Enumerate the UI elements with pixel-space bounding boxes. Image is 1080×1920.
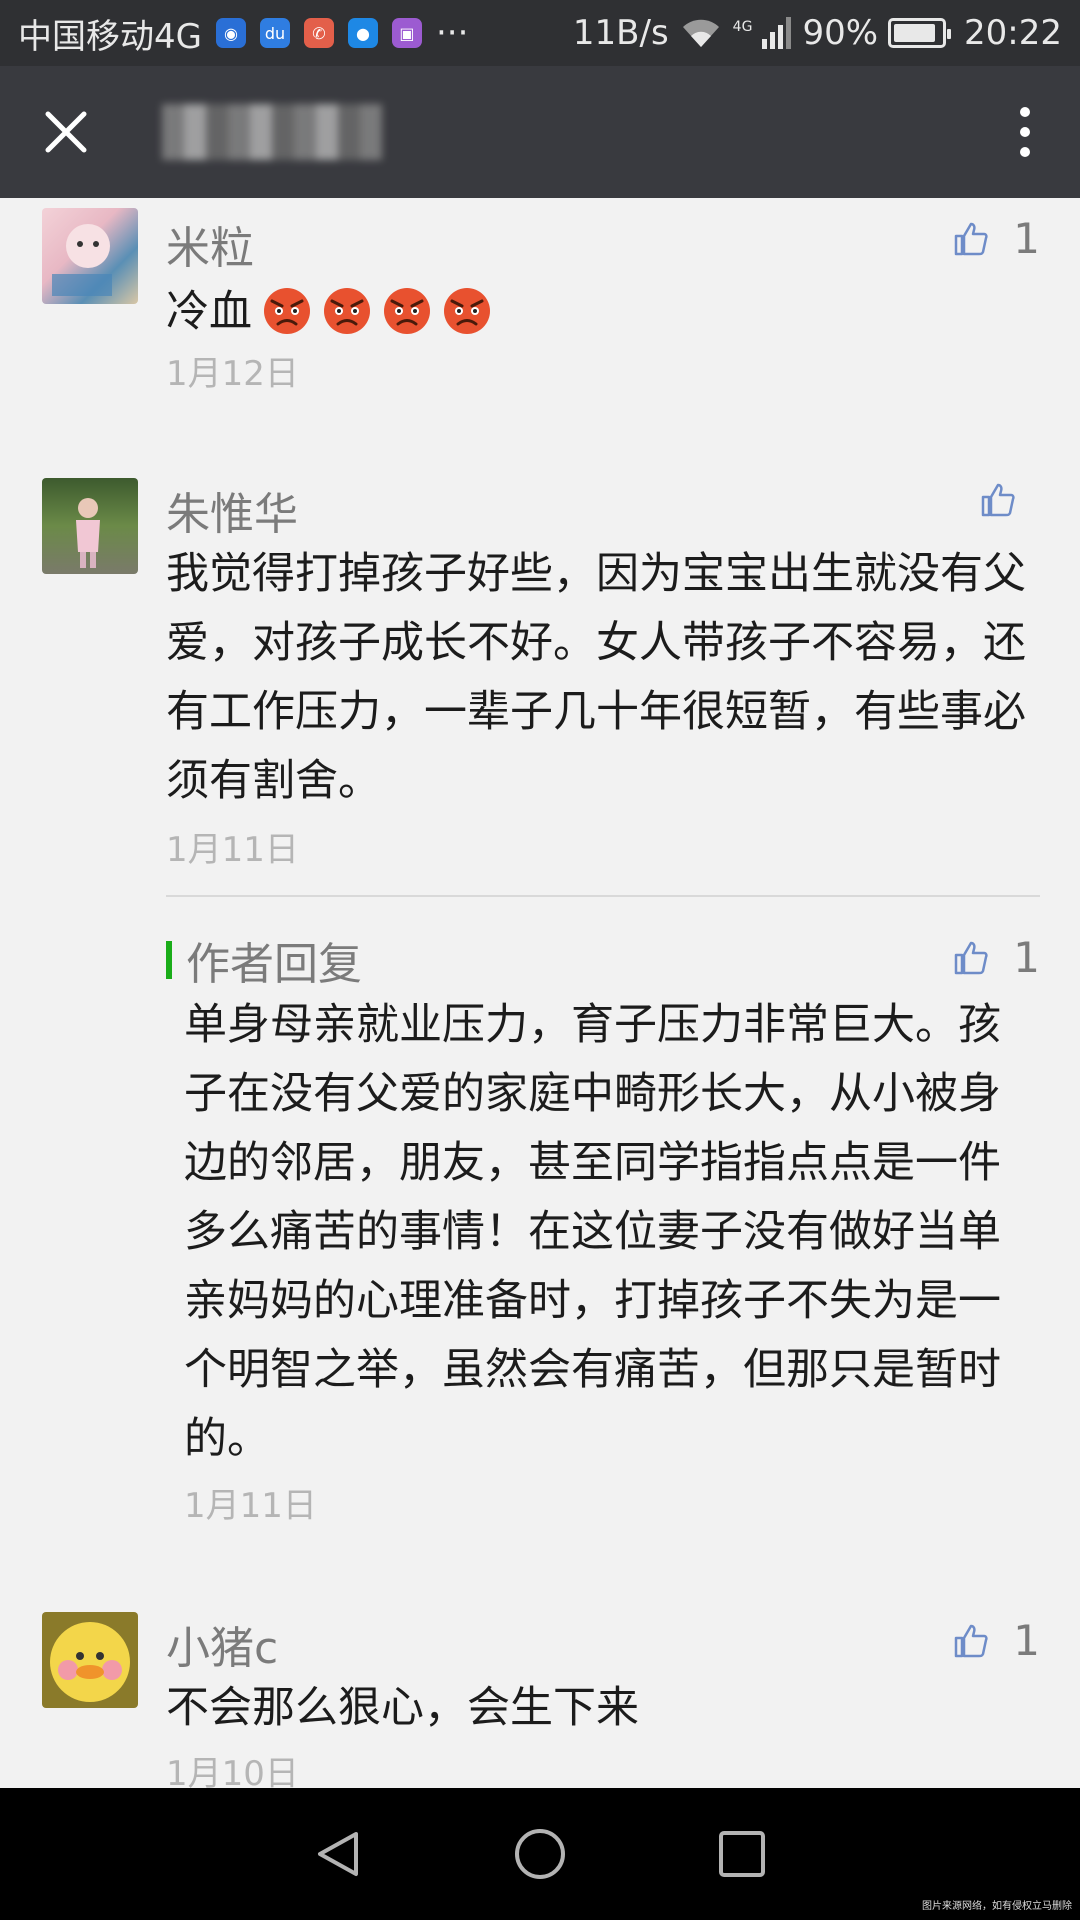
home-icon[interactable] xyxy=(514,1828,566,1880)
wifi-app-icon: ◉ xyxy=(215,18,246,48)
watermark: 图片来源网络，如有侵权立马删除 xyxy=(922,1901,1072,1912)
like-button[interactable] xyxy=(980,482,1040,518)
avatar[interactable] xyxy=(42,208,138,304)
avatar[interactable] xyxy=(42,1612,138,1708)
comment-date: 1月10日 xyxy=(166,1754,299,1788)
back-icon[interactable] xyxy=(312,1828,364,1880)
network-speed: 11B/s xyxy=(572,13,669,53)
angry-face-icon xyxy=(264,288,310,334)
reply-label: 作者回复 xyxy=(166,928,362,992)
reply-label-text: 作者回复 xyxy=(186,939,362,990)
comment-text: 我觉得打掉孩子好些，因为宝宝出生就没有父爱，对孩子成长不好。女人带孩子不容易，还… xyxy=(166,549,1026,806)
navigation-bar: 图片来源网络，如有侵权立马删除 xyxy=(0,1788,1080,1920)
status-bar: 中国移动4G ◉ du ✆ ● ▣ ··· 11B/s 4G 90% 20:22 xyxy=(0,0,1080,66)
wifi-icon xyxy=(682,19,719,47)
angry-face-icon xyxy=(384,288,430,334)
comment-text: 冷血 xyxy=(166,278,1040,347)
thumbs-up-icon xyxy=(955,941,988,974)
close-icon xyxy=(45,111,87,153)
signal-icon xyxy=(762,17,792,49)
battery-percent: 90% xyxy=(802,13,879,53)
commenter-name: 米粒 xyxy=(166,223,254,274)
more-button[interactable] xyxy=(970,66,1080,198)
recents-icon[interactable] xyxy=(716,1828,768,1880)
battery-level xyxy=(894,24,936,42)
comment-date: 1月12日 xyxy=(166,354,299,394)
divider xyxy=(166,895,1040,897)
like-button[interactable]: 1 xyxy=(953,1616,1040,1665)
commenter-name: 小猪c xyxy=(166,1623,279,1674)
like-button[interactable]: 1 xyxy=(953,214,1040,263)
carrier-label: 中国移动4G xyxy=(18,16,202,57)
more-notifications: ··· xyxy=(435,13,469,53)
reply-accent-bar xyxy=(166,941,172,979)
comment-list[interactable]: 米粒 1 冷血 1月12日 朱惟华 我觉得打掉孩子好些，因为宝宝出生就没有父爱，… xyxy=(0,198,1080,1788)
more-vert-icon xyxy=(1020,107,1030,157)
like-count: 1 xyxy=(1013,933,1040,982)
thumbs-up-icon xyxy=(955,1624,988,1657)
close-button[interactable] xyxy=(0,66,132,198)
battery-icon xyxy=(888,18,952,48)
like-count: 1 xyxy=(1013,1616,1040,1665)
baidu-icon: du xyxy=(259,18,290,48)
avatar[interactable] xyxy=(42,478,138,574)
reply-text: 单身母亲就业压力，育子压力非常巨大。孩子在没有父爱的家庭中畸形长大，从小被身边的… xyxy=(184,1000,1001,1464)
comment-text-content: 冷血 xyxy=(166,287,252,337)
angry-face-icon xyxy=(444,288,490,334)
reply-date: 1月11日 xyxy=(184,1486,317,1526)
clock: 20:22 xyxy=(964,13,1062,53)
gallery-icon: ▣ xyxy=(391,18,422,48)
comment-text: 不会那么狠心，会生下来 xyxy=(166,1683,639,1733)
missed-call-icon: ✆ xyxy=(303,18,334,48)
emoji-row xyxy=(252,287,492,337)
network-type: 4G xyxy=(732,19,753,35)
title-bar xyxy=(0,66,1080,198)
blurred-title xyxy=(162,104,382,160)
commenter-name: 朱惟华 xyxy=(166,489,298,540)
message-icon: ● xyxy=(347,18,378,48)
like-count: 1 xyxy=(1013,214,1040,263)
angry-face-icon xyxy=(324,288,370,334)
thumbs-up-icon xyxy=(981,483,1015,517)
thumbs-up-icon xyxy=(955,222,988,255)
comment-date: 1月11日 xyxy=(166,830,299,870)
like-button[interactable]: 1 xyxy=(953,933,1040,982)
